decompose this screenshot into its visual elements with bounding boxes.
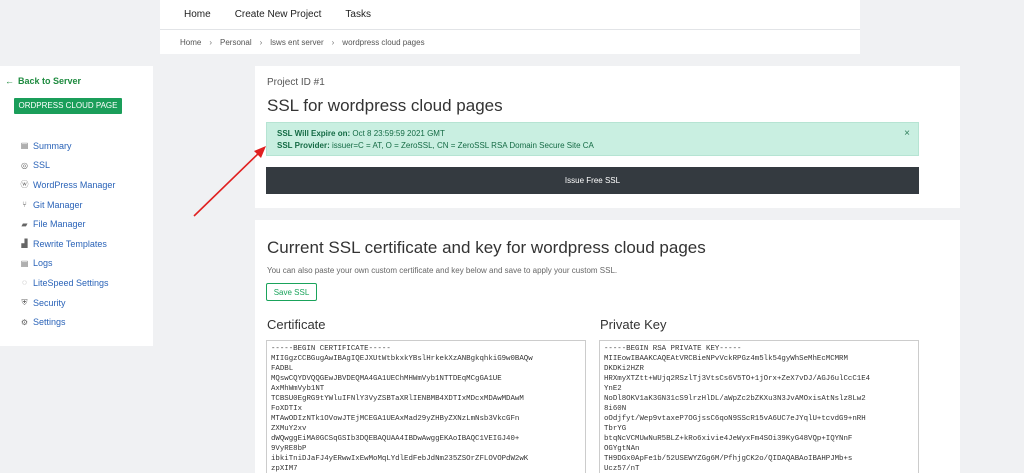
breadcrumb-site: wordpress cloud pages (342, 37, 425, 47)
sidebar-item-label: Git Manager (33, 199, 83, 210)
top-navigation: Home Create New Project Tasks (160, 0, 860, 30)
nav-tasks[interactable]: Tasks (345, 9, 371, 20)
private-key-textarea[interactable]: -----BEGIN RSA PRIVATE KEY----- MIIEowIB… (599, 340, 919, 473)
certificate-textarea[interactable]: -----BEGIN CERTIFICATE----- MIIGgzCCBGug… (266, 340, 586, 473)
back-to-server-link[interactable]: ← Back to Server (5, 76, 81, 86)
folder-icon: ▰ (21, 219, 28, 229)
sidebar-item-settings[interactable]: ⚙ Settings (20, 312, 115, 332)
chevron-right-icon: › (331, 37, 335, 47)
chevron-right-icon: › (259, 37, 263, 47)
sidebar-item-security[interactable]: ⛨ Security (20, 293, 115, 313)
sidebar-item-git-manager[interactable]: ⑂ Git Manager (20, 195, 115, 215)
sidebar-item-label: LiteSpeed Settings (33, 277, 109, 288)
sidebar-item-label: Settings (33, 317, 66, 328)
provider-label: SSL Provider: (277, 141, 330, 150)
private-key-label: Private Key (600, 317, 667, 332)
sidebar-item-rewrite-templates[interactable]: ▟ Rewrite Templates (20, 234, 115, 254)
save-ssl-button[interactable]: Save SSL (266, 283, 317, 301)
breadcrumb: Home › Personal › lsws ent server › word… (160, 30, 860, 54)
gear-icon: ⚙ (20, 317, 29, 327)
nav-create-new-project[interactable]: Create New Project (235, 9, 322, 20)
sidebar-item-summary[interactable]: ▤ Summary (20, 136, 115, 156)
issue-free-ssl-button[interactable]: Issue Free SSL (266, 167, 919, 194)
sidebar-item-label: Security (33, 297, 66, 308)
sidebar-item-label: WordPress Manager (33, 179, 116, 190)
project-id: Project ID #1 (267, 77, 325, 88)
ssl-provider-line: SSL Provider: issuer=C = AT, O = ZeroSSL… (277, 140, 908, 152)
section-title: Current SSL certificate and key for word… (267, 238, 706, 257)
section-description: You can also paste your own custom certi… (267, 266, 618, 275)
logs-icon: ▤ (20, 258, 29, 268)
sidebar-item-wordpress-manager[interactable]: ⓦ WordPress Manager (20, 175, 116, 195)
sidebar-item-label: Summary (33, 140, 72, 151)
wordpress-icon: ⓦ (20, 180, 29, 190)
nav-home[interactable]: Home (184, 9, 211, 20)
sidebar-item-label: SSL (33, 160, 51, 171)
rewrite-icon: ▟ (21, 239, 28, 249)
ssl-expiry-line: SSL Will Expire on: Oct 8 23:59:59 2021 … (277, 128, 908, 140)
chevron-right-icon: › (209, 37, 213, 47)
breadcrumb-home[interactable]: Home (180, 38, 201, 47)
ssl-info-alert: SSL Will Expire on: Oct 8 23:59:59 2021 … (266, 122, 919, 156)
sidebar-item-label: File Manager (33, 219, 86, 230)
expiry-value: Oct 8 23:59:59 2021 GMT (350, 129, 445, 138)
page-title: SSL for wordpress cloud pages (267, 96, 503, 115)
breadcrumb-server[interactable]: lsws ent server (270, 38, 323, 47)
arrow-left-icon: ← (5, 76, 14, 86)
ssl-icon: ◎ (21, 160, 28, 170)
sidebar-item-ssl[interactable]: ◎ SSL (20, 156, 115, 176)
site-name-badge[interactable]: ORDPRESS CLOUD PAGE (14, 98, 122, 114)
close-icon[interactable]: × (904, 128, 910, 140)
litespeed-icon: ◌ (22, 278, 27, 288)
provider-value: issuer=C = AT, O = ZeroSSL, CN = ZeroSSL… (329, 141, 594, 150)
certificate-card: Current SSL certificate and key for word… (255, 220, 960, 473)
git-icon: ⑂ (22, 200, 27, 210)
summary-icon: ▤ (20, 141, 29, 151)
sidebar-item-label: Rewrite Templates (33, 238, 107, 249)
ssl-status-card: Project ID #1 SSL for wordpress cloud pa… (255, 66, 960, 208)
sidebar-menu: ▤ Summary ◎ SSL ⓦ WordPress Manager ⑂ Git Ma… (20, 136, 116, 332)
back-to-server-label: Back to Server (18, 76, 82, 86)
expiry-label: SSL Will Expire on: (277, 129, 351, 138)
shield-icon: ⛨ (21, 297, 28, 307)
breadcrumb-personal[interactable]: Personal (220, 38, 252, 47)
sidebar-item-label: Logs (33, 258, 53, 269)
sidebar-item-litespeed-settings[interactable]: ◌ LiteSpeed Settings (20, 273, 115, 293)
sidebar-item-file-manager[interactable]: ▰ File Manager (20, 214, 115, 234)
sidebar-item-logs[interactable]: ▤ Logs (20, 254, 115, 274)
sidebar: ← Back to Server ORDPRESS CLOUD PAGE ▤ Su… (0, 66, 153, 346)
certificate-label: Certificate (267, 317, 326, 332)
